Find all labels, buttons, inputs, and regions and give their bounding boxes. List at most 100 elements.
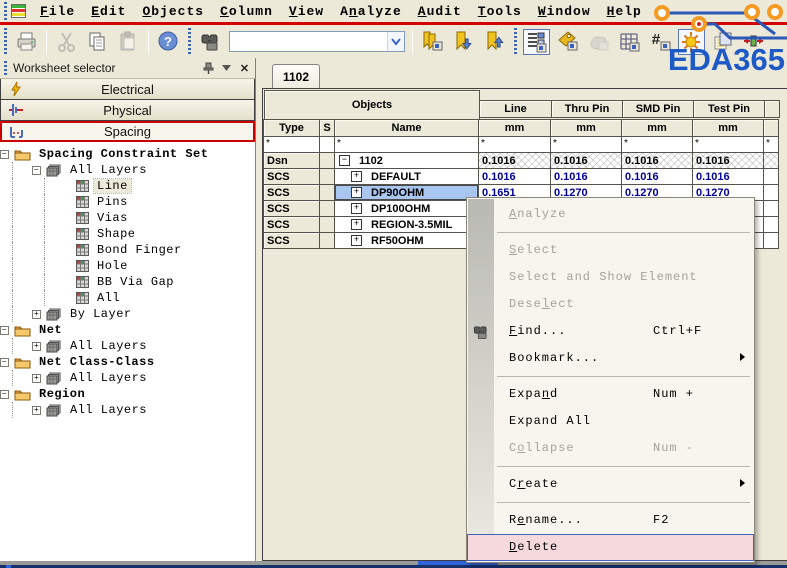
expand-expander-icon[interactable]: +	[351, 235, 362, 246]
col-header-smd-pin[interactable]: SMD Pin	[622, 100, 694, 118]
chevron-down-icon[interactable]	[219, 61, 234, 76]
tree-item-region[interactable]: −Region	[0, 386, 255, 402]
expand-expander-icon[interactable]: +	[351, 219, 362, 230]
expand-expander-icon[interactable]: +	[351, 187, 362, 198]
copy-icon[interactable]	[84, 29, 111, 55]
expand-expander-icon[interactable]: +	[351, 203, 362, 214]
tag-icon[interactable]	[554, 29, 581, 55]
toolbar-gripper[interactable]	[2, 28, 9, 54]
grid-icon[interactable]	[616, 29, 643, 55]
combo-dropdown-button[interactable]	[387, 32, 404, 51]
context-menu-item-create[interactable]: Create	[467, 471, 754, 498]
value-cell-partial[interactable]	[763, 216, 779, 233]
col-header-s[interactable]: S	[319, 119, 335, 137]
row-type-cell[interactable]: SCS	[263, 216, 320, 233]
worksheet-button-spacing[interactable]: Spacing	[0, 121, 255, 142]
tree-item-all-layers[interactable]: +All Layers	[0, 338, 255, 354]
filter-value-cell[interactable]: *	[692, 136, 764, 153]
toolbar-gripper[interactable]	[512, 28, 519, 54]
find-icon[interactable]	[197, 29, 224, 55]
row-type-cell[interactable]: SCS	[263, 168, 320, 185]
value-cell[interactable]: 0.1016	[621, 152, 693, 169]
context-menu-item-expand[interactable]: ExpandNum +	[467, 381, 754, 408]
collapse-expander-icon[interactable]: −	[0, 358, 9, 367]
expand-expander-icon[interactable]: +	[32, 406, 41, 415]
bookmark-down-icon[interactable]	[450, 29, 477, 55]
filter-type-cell[interactable]: *	[263, 136, 320, 153]
measure-icon[interactable]	[740, 29, 767, 55]
filter-value-cell[interactable]: *	[621, 136, 693, 153]
worksheet-button-physical[interactable]: Physical	[0, 100, 255, 121]
panel-gripper[interactable]	[2, 61, 9, 75]
menu-tools[interactable]: Tools	[470, 3, 530, 20]
row-type-cell[interactable]: SCS	[263, 184, 320, 201]
filter-name-cell[interactable]: *	[334, 136, 479, 153]
col-header-line[interactable]: Line	[479, 100, 552, 118]
row-name-cell[interactable]: +DP90OHM	[334, 184, 479, 201]
col-header-thru-pin[interactable]: Thru Pin	[551, 100, 623, 118]
collapse-expander-icon[interactable]: −	[339, 155, 350, 166]
col-header-name[interactable]: Name	[334, 119, 479, 137]
menu-objects[interactable]: Objects	[134, 3, 212, 20]
filter-partial-cell[interactable]: *	[763, 136, 779, 153]
menu-analyze[interactable]: Analyze	[332, 3, 410, 20]
help-icon[interactable]: ?	[155, 29, 182, 55]
value-cell[interactable]: 0.1016	[621, 168, 693, 185]
value-cell-partial[interactable]	[763, 232, 779, 249]
row-type-cell[interactable]: Dsn	[263, 152, 320, 169]
tree-item-all-layers[interactable]: +All Layers	[0, 402, 255, 418]
bookmark-up-icon[interactable]	[481, 29, 508, 55]
row-name-cell[interactable]: +RF50OHM	[334, 232, 479, 249]
toolbar-gripper[interactable]	[186, 28, 193, 54]
menu-edit[interactable]: Edit	[83, 3, 134, 20]
context-menu-item-delete[interactable]: Delete	[467, 534, 754, 561]
collapse-expander-icon[interactable]: −	[0, 326, 9, 335]
expand-expander-icon[interactable]: +	[351, 171, 362, 182]
sheets-icon[interactable]	[709, 29, 736, 55]
search-combo-input[interactable]	[230, 32, 387, 51]
tree-item-by-layer[interactable]: +By Layer	[0, 306, 255, 322]
value-cell[interactable]: 0.1016	[550, 168, 622, 185]
tree-item-spacing-constraint-set[interactable]: −Spacing Constraint Set	[0, 146, 255, 162]
tree-item-hole[interactable]: Hole	[0, 258, 255, 274]
row-name-cell[interactable]: −1102	[334, 152, 479, 169]
row-s-cell[interactable]	[319, 200, 335, 217]
row-name-cell[interactable]: +DEFAULT	[334, 168, 479, 185]
tree-item-all[interactable]: All	[0, 290, 255, 306]
lamp-icon[interactable]	[678, 29, 705, 55]
tree-item-net[interactable]: −Net	[0, 322, 255, 338]
context-menu-item-expand-all[interactable]: Expand All	[467, 408, 754, 435]
tree-item-bb-via-gap[interactable]: BB Via Gap	[0, 274, 255, 290]
tree-item-all-layers[interactable]: +All Layers	[0, 370, 255, 386]
menu-audit[interactable]: Audit	[410, 3, 470, 20]
value-cell-partial[interactable]	[763, 184, 779, 201]
tab-1102[interactable]: 1102	[272, 64, 320, 88]
tree-item-vias[interactable]: Vias	[0, 210, 255, 226]
row-type-cell[interactable]: SCS	[263, 232, 320, 249]
context-menu-item-rename-[interactable]: Rename...F2	[467, 507, 754, 534]
value-cell[interactable]: 0.1016	[478, 152, 551, 169]
context-menu-item-find-[interactable]: Find...Ctrl+F	[467, 318, 754, 345]
worksheet-button-electrical[interactable]: Electrical	[0, 79, 255, 100]
menu-column[interactable]: Column	[212, 3, 281, 20]
menu-window[interactable]: Window	[530, 3, 599, 20]
row-name-cell[interactable]: +REGION-3.5MIL	[334, 216, 479, 233]
tree-item-all-layers[interactable]: −All Layers	[0, 162, 255, 178]
value-cell-partial[interactable]	[763, 168, 779, 185]
expand-expander-icon[interactable]: +	[32, 374, 41, 383]
menu-file[interactable]: File	[32, 3, 83, 20]
filter-value-cell[interactable]: *	[478, 136, 551, 153]
col-header-test-pin[interactable]: Test Pin	[693, 100, 765, 118]
filter-value-cell[interactable]: *	[550, 136, 622, 153]
row-type-cell[interactable]: SCS	[263, 200, 320, 217]
value-cell[interactable]: 0.1016	[692, 168, 764, 185]
bookmarks-icon[interactable]	[419, 29, 446, 55]
tree-item-net-class-class[interactable]: −Net Class-Class	[0, 354, 255, 370]
collapse-expander-icon[interactable]: −	[32, 166, 41, 175]
collapse-expander-icon[interactable]: −	[0, 390, 9, 399]
expand-expander-icon[interactable]: +	[32, 310, 41, 319]
row-s-cell[interactable]	[319, 232, 335, 249]
pin-icon[interactable]	[201, 61, 216, 76]
value-cell-partial[interactable]	[763, 152, 779, 169]
context-menu-item-bookmark-[interactable]: Bookmark...	[467, 345, 754, 372]
